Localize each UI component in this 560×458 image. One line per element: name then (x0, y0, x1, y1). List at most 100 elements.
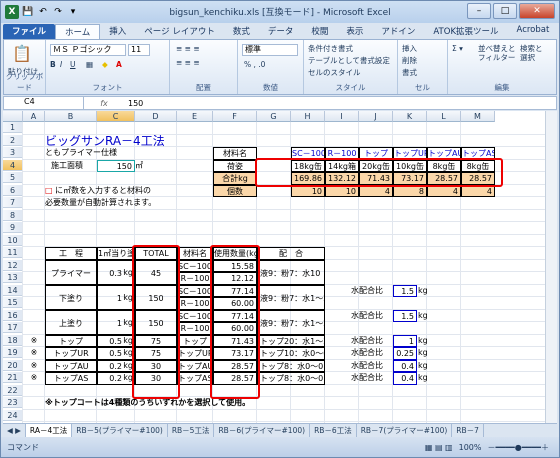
vertical-scrollbar[interactable] (545, 111, 557, 423)
column-header[interactable]: L (427, 111, 461, 122)
border-icon[interactable]: ▦ (86, 60, 93, 69)
column-header[interactable]: E (177, 111, 213, 122)
row-header[interactable]: 20 (3, 359, 23, 371)
row-header[interactable]: 15 (3, 297, 23, 308)
work-row-process: トップUR (45, 347, 97, 360)
tab-data[interactable]: データ (259, 24, 303, 39)
format-cells-button[interactable]: 書式 (402, 67, 417, 78)
row-header[interactable]: 17 (3, 322, 23, 333)
row-header[interactable]: 11 (3, 247, 23, 258)
row-header[interactable]: 2 (3, 134, 23, 146)
table-format-button[interactable]: テーブルとして書式設定 (308, 55, 390, 66)
column-header[interactable]: I (325, 111, 359, 122)
row-header[interactable]: 6 (3, 184, 23, 196)
align-left-icon[interactable]: ≡ ≡ ≡ (176, 58, 200, 67)
sort-filter-button[interactable]: 並べ替えと フィルター (478, 44, 516, 62)
area-input[interactable]: 150 (97, 159, 135, 172)
number-format-select[interactable]: 標準 (242, 44, 298, 56)
tab-page-layout[interactable]: ページ レイアウト (135, 24, 224, 39)
sheet-tab-rb5-primer[interactable]: RB－5(プライマー#100) (72, 424, 168, 437)
bold-button[interactable]: B (50, 60, 56, 69)
row-header[interactable]: 19 (3, 347, 23, 358)
name-box[interactable]: C4 (4, 97, 84, 109)
sheet-tab-rb6-primer[interactable]: RB－6(プライマー#100) (214, 424, 311, 437)
sheet-tab-rb6[interactable]: RB－6工法 (310, 424, 357, 437)
row-header[interactable]: 8 (3, 209, 23, 221)
row-header[interactable]: 16 (3, 309, 23, 321)
column-header[interactable]: H (291, 111, 325, 122)
row-header[interactable]: 21 (3, 372, 23, 383)
paste-icon[interactable]: 📋 (12, 44, 32, 63)
insert-function-icon[interactable]: fx (84, 99, 124, 108)
zoom-level[interactable]: 100% (459, 443, 482, 452)
column-header[interactable]: F (213, 111, 257, 122)
row-header[interactable]: 5 (3, 172, 23, 183)
font-color-icon[interactable]: A (116, 60, 122, 69)
row-gridline (23, 233, 545, 235)
row-header[interactable]: 18 (3, 334, 23, 346)
row-header[interactable]: 1 (3, 122, 23, 133)
column-header[interactable]: D (135, 111, 177, 122)
tab-insert[interactable]: 挿入 (100, 24, 135, 39)
tab-home[interactable]: ホーム (55, 24, 101, 39)
note-marker: □ (45, 185, 53, 195)
row-header[interactable]: 4 (3, 159, 23, 171)
column-header[interactable]: A (23, 111, 45, 122)
row-header[interactable]: 24 (3, 409, 23, 421)
row-header[interactable]: 23 (3, 397, 23, 408)
clipboard-group-label: クリップボード (5, 72, 44, 92)
tab-review[interactable]: 校閲 (302, 24, 337, 39)
tab-acrobat[interactable]: Acrobat (508, 24, 559, 39)
row-header[interactable]: 10 (3, 234, 23, 246)
row-header[interactable]: 12 (3, 259, 23, 271)
work-row-mark (23, 260, 45, 285)
underline-button[interactable]: U (70, 60, 76, 69)
column-header[interactable]: K (393, 111, 427, 122)
insert-cells-button[interactable]: 挿入 (402, 43, 417, 54)
work-row-mix: トップ10：水0～0.5 (257, 347, 325, 360)
tab-formulas[interactable]: 数式 (224, 24, 259, 39)
row-header[interactable]: 22 (3, 384, 23, 396)
sheet-nav-icon[interactable]: ◀ ▶ (3, 424, 26, 437)
cell-style-button[interactable]: セルのスタイル (308, 67, 361, 78)
row-header[interactable]: 9 (3, 222, 23, 233)
row-header[interactable]: 7 (3, 197, 23, 208)
tab-view[interactable]: 表示 (337, 24, 372, 39)
spreadsheet-grid[interactable]: A B C D E F G H I J K L M 1 2 3 4 5 6 7 8 9 10 11 12 13 14 15 16 17 18… (3, 111, 545, 423)
currency-icon[interactable]: % , .0 (244, 60, 265, 69)
sheet-tab-ra4[interactable]: RA－4工法 (25, 424, 73, 437)
tab-atok[interactable]: ATOK拡張ツール (424, 24, 507, 39)
row-header[interactable]: 3 (3, 147, 23, 158)
align-top-icon[interactable]: ≡ ≡ ≡ (176, 44, 200, 53)
maximize-button[interactable]: □ (493, 3, 517, 19)
row-header[interactable]: 13 (3, 272, 23, 283)
italic-button[interactable]: I (60, 60, 62, 69)
column-header[interactable]: C (97, 111, 135, 122)
sheet-tab-rb7-primer[interactable]: RB－7(プライマー#100) (357, 424, 453, 437)
footer-note: ※トップコートは4種類のうちいずれかを選択して使用。 (45, 398, 251, 407)
alignment-group-label: 配置 (196, 83, 211, 92)
column-header[interactable]: B (45, 111, 97, 122)
view-buttons-icon[interactable]: ▦ ▤ ▥ (425, 443, 453, 452)
fill-color-icon[interactable]: ◆ (102, 60, 108, 69)
autosum-icon[interactable]: Σ ▾ (452, 44, 463, 53)
zoom-slider[interactable]: －━━━━●━━━━＋ (487, 442, 549, 453)
column-header[interactable]: J (359, 111, 393, 122)
select-all-corner[interactable] (3, 111, 23, 122)
find-select-button[interactable]: 検索と 選択 (520, 44, 543, 62)
font-name-select[interactable]: ＭＳ Ｐゴシック (50, 44, 126, 56)
column-header[interactable]: G (257, 111, 291, 122)
work-row-material: R－100 (177, 322, 213, 335)
conditional-format-button[interactable]: 条件付き書式 (308, 43, 353, 54)
row-header[interactable]: 14 (3, 284, 23, 296)
column-header[interactable]: M (461, 111, 495, 122)
close-button[interactable]: ✕ (519, 3, 555, 19)
sheet-tab-rb5[interactable]: RB－5工法 (168, 424, 215, 437)
delete-cells-button[interactable]: 削除 (402, 55, 417, 66)
formula-input[interactable]: 150 (124, 99, 143, 108)
sheet-tab-rb7[interactable]: RB－7 (452, 424, 484, 437)
tab-addins[interactable]: アドイン (372, 24, 424, 39)
minimize-button[interactable]: – (467, 3, 491, 19)
tab-file[interactable]: ファイル (3, 24, 56, 39)
font-size-select[interactable]: 11 (128, 44, 150, 56)
